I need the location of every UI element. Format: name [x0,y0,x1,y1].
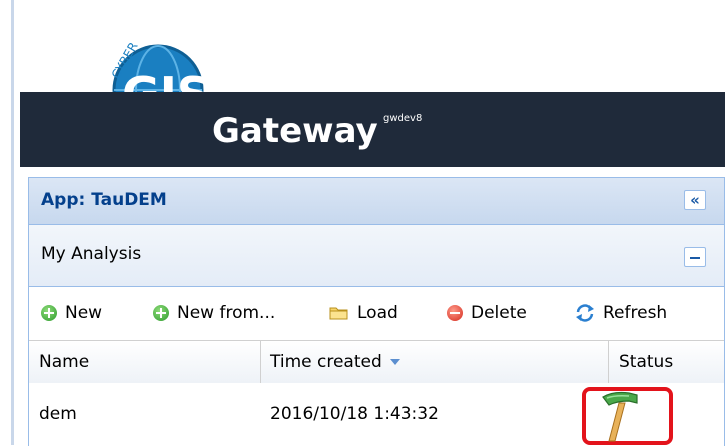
server-name: gwdev8 [383,113,423,124]
double-chevron-left-icon[interactable]: « [684,190,706,210]
app-panel-header: App: TauDEM « [29,178,724,225]
app-title: App: TauDEM [41,190,167,210]
new-from-button-label: New from... [177,303,276,323]
refresh-button[interactable]: Refresh [575,301,667,325]
new-button-label: New [65,303,103,323]
app-panel: App: TauDEM « My Analysis New New from..… [28,177,725,446]
column-time-label: Time created [270,352,382,372]
column-header-time-created[interactable]: Time created [270,341,400,383]
add-icon [153,305,169,321]
column-header-name[interactable]: Name [39,341,89,383]
analysis-toolbar: New New from... Load Delete Refresh [29,287,724,339]
my-analysis-header[interactable]: My Analysis [29,225,724,287]
column-name-label: Name [39,352,90,372]
folder-icon [329,307,348,320]
delete-button[interactable]: Delete [447,301,527,325]
delete-icon [447,305,463,321]
refresh-button-label: Refresh [603,303,668,323]
cell-name: dem [39,404,77,424]
add-icon [41,305,57,321]
grid-header: Name Time created Status [29,340,724,384]
sort-descending-icon [389,359,400,365]
left-edge [0,0,14,445]
table-row[interactable]: dem 2016/10/18 1:43:32 [29,383,724,446]
page-title: Gateway [212,111,378,151]
load-button[interactable]: Load [329,301,398,325]
new-from-button[interactable]: New from... [153,301,275,325]
minus-icon[interactable] [684,247,706,267]
load-button-label: Load [357,303,398,323]
column-header-status[interactable]: Status [619,341,673,383]
refresh-icon [576,304,594,322]
my-analysis-title: My Analysis [41,244,142,264]
cell-time-created: 2016/10/18 1:43:32 [270,404,439,424]
hammer-icon[interactable] [599,391,639,443]
delete-button-label: Delete [471,303,527,323]
column-status-label: Status [619,352,674,372]
new-button[interactable]: New [41,301,102,325]
